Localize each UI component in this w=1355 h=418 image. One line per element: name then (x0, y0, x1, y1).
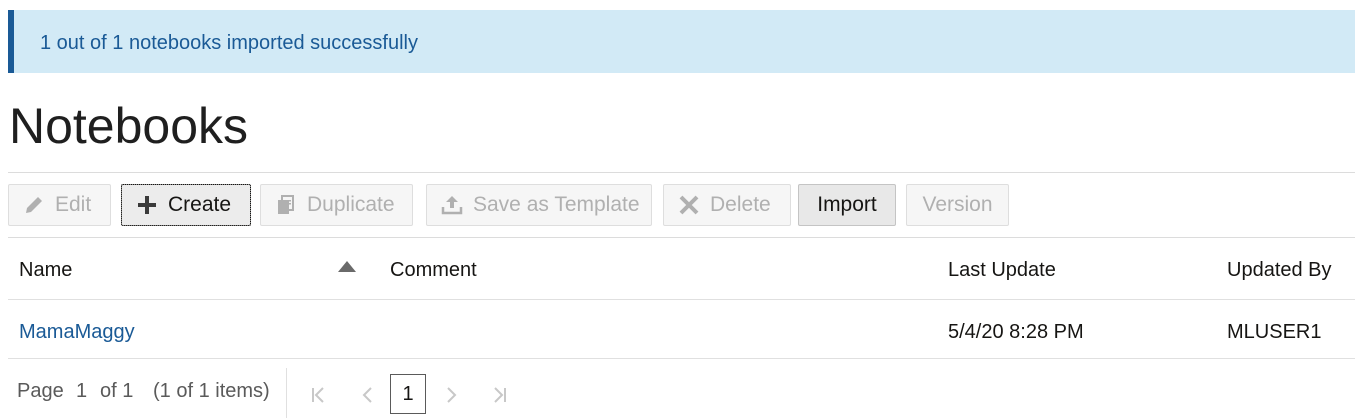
import-button[interactable]: Import (798, 184, 896, 226)
column-header-updated-by[interactable]: Updated By (1227, 259, 1332, 282)
edit-button[interactable]: Edit (8, 184, 111, 226)
column-header-comment[interactable]: Comment (390, 259, 477, 282)
notebook-last-update: 5/4/20 8:28 PM (948, 321, 1084, 343)
notebook-toolbar: Edit Create Duplicate Save as Template D… (8, 172, 1355, 238)
plus-icon (136, 194, 158, 216)
import-button-label: Import (817, 193, 877, 216)
next-page-icon[interactable] (445, 384, 459, 411)
row-divider (8, 358, 1355, 359)
header-divider (8, 299, 1355, 300)
duplicate-button[interactable]: Duplicate (260, 184, 413, 226)
page-title: Notebooks (9, 98, 249, 154)
pager-current-page: 1 (76, 380, 88, 402)
banner-message: 1 out of 1 notebooks imported successful… (40, 32, 418, 54)
sort-ascending-icon[interactable] (337, 260, 357, 279)
pager-total-pages: of 1 (100, 380, 134, 402)
save-as-template-button[interactable]: Save as Template (426, 184, 652, 226)
pager-item-count: (1 of 1 items) (153, 380, 270, 402)
edit-button-label: Edit (55, 193, 92, 216)
close-icon (678, 194, 700, 216)
upload-icon (441, 194, 463, 216)
duplicate-icon (275, 194, 297, 216)
import-success-banner: 1 out of 1 notebooks imported successful… (8, 10, 1355, 73)
save-as-template-label: Save as Template (473, 193, 640, 216)
notebook-name-link[interactable]: MamaMaggy (19, 321, 135, 344)
create-button-label: Create (168, 193, 232, 216)
column-header-name[interactable]: Name (19, 259, 72, 282)
pager-divider (286, 368, 287, 418)
duplicate-button-label: Duplicate (307, 193, 395, 216)
notebook-updated-by: MLUSER1 (1227, 321, 1322, 343)
previous-page-icon[interactable] (360, 384, 374, 411)
version-button-label: Version (922, 193, 993, 216)
column-header-last-update[interactable]: Last Update (948, 259, 1056, 282)
create-button[interactable]: Create (121, 184, 251, 226)
pencil-icon (23, 194, 45, 216)
pager-page-label: Page (17, 380, 64, 402)
delete-button-label: Delete (710, 193, 771, 216)
delete-button[interactable]: Delete (663, 184, 791, 226)
first-page-icon[interactable] (310, 384, 326, 411)
version-button[interactable]: Version (906, 184, 1009, 226)
last-page-icon[interactable] (492, 384, 508, 411)
page-number-button[interactable]: 1 (390, 374, 426, 414)
